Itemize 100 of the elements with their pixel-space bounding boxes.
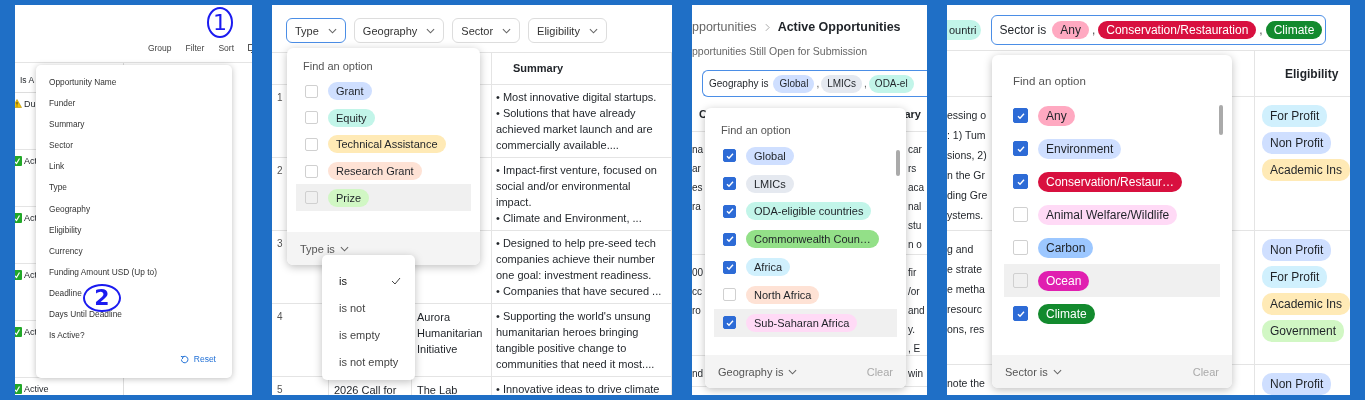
option-tag: Academic Ins [1262, 293, 1350, 315]
toolbar-button[interactable]: Group [147, 43, 172, 53]
row-number: 2 [277, 165, 283, 176]
field-item[interactable]: Eligibility [49, 224, 82, 235]
checkbox[interactable] [723, 316, 736, 330]
row-number: 4 [277, 311, 283, 322]
option-tag: For Profit [1262, 105, 1328, 127]
field-item[interactable]: Deadline [49, 287, 82, 298]
row-number: 1 [277, 92, 283, 103]
field-item[interactable]: Type [49, 182, 67, 193]
cell-text: es [692, 181, 703, 195]
field-item[interactable]: Days Until Deadline [49, 309, 122, 320]
status-text: Active [24, 384, 49, 394]
row-number: 3 [277, 238, 283, 249]
option-row[interactable]: Animal Welfare/Wildlife [1004, 198, 1220, 231]
condition-dropdown[interactable]: Type is [300, 242, 349, 255]
option-tag: Animal Welfare/Wildlife [1038, 204, 1178, 225]
operator-item[interactable]: is [339, 267, 415, 294]
toolbar-button[interactable]: Sort [218, 43, 234, 53]
check-icon [724, 317, 735, 328]
checkbox[interactable] [723, 205, 736, 218]
option-row[interactable]: Technical Assistance [296, 131, 471, 158]
option-tag: For Profit [1262, 266, 1328, 288]
status-text: Du [24, 99, 36, 109]
column-dropdown[interactable]: Geography [353, 18, 445, 43]
option-row[interactable]: Global [714, 142, 897, 170]
cell-text: na [692, 143, 704, 157]
option-tag: Conservation/Restaur… [1038, 171, 1183, 192]
warning-icon [15, 99, 22, 108]
option-row[interactable]: Equity [296, 104, 471, 132]
option-row[interactable]: Sub-Saharan Africa [714, 308, 897, 337]
field-item[interactable]: Funder [49, 98, 76, 109]
field-item[interactable]: Summary [49, 119, 85, 130]
option-row[interactable]: LMICs [714, 169, 897, 198]
option-tag: Global [746, 146, 794, 165]
summary-text: • Innovative ideas to drive climate [496, 382, 661, 395]
field-item[interactable]: Sector [49, 140, 73, 151]
option-row[interactable]: Prize [296, 184, 471, 211]
option-row[interactable]: Grant [296, 78, 471, 105]
option-row[interactable]: ODA-eligible countries [714, 197, 897, 226]
filter-label: Geography is [709, 78, 769, 89]
search-field[interactable]: Find an option [721, 124, 791, 136]
cell-text: ro [692, 304, 701, 318]
page-subtitle: pportunities Still Open for Submission [692, 45, 868, 57]
option-row[interactable]: Research Grant [296, 157, 471, 185]
operator-item[interactable]: is not [339, 294, 415, 321]
search-field[interactable]: Find an option [303, 60, 373, 72]
toolbar-button[interactable]: Filter [185, 43, 205, 53]
condition-dropdown[interactable]: Sector is [1005, 365, 1062, 378]
checkbox[interactable] [1013, 306, 1028, 321]
breadcrumb-link[interactable]: pportunities [692, 20, 757, 34]
filter-field[interactable]: Geography is Global , LMICs , ODA-el [702, 70, 927, 97]
option-row[interactable]: North Africa [714, 281, 897, 309]
option-row[interactable]: Ocean [1004, 264, 1220, 297]
checkbox[interactable] [723, 149, 736, 163]
check-icon [724, 150, 735, 161]
chevron-down-icon [426, 27, 436, 34]
operator-item[interactable]: is empty [339, 321, 415, 348]
reset-button[interactable]: Reset [179, 354, 216, 365]
option-row[interactable]: Africa [714, 253, 897, 281]
search-field[interactable]: Find an option [1013, 75, 1086, 87]
checkbox[interactable] [723, 177, 736, 191]
condition-dropdown[interactable]: Geography is [718, 365, 798, 378]
column-header: Is A [20, 75, 35, 85]
option-row[interactable]: Commonwealth Coun… [714, 225, 897, 254]
checkbox[interactable] [723, 260, 736, 274]
scrollbar[interactable] [896, 150, 900, 176]
column-dropdown[interactable]: Sector [452, 18, 521, 43]
filter-label: Sector is [999, 23, 1047, 37]
cell-text: note the [947, 376, 985, 391]
option-tag: Sub-Saharan Africa [746, 313, 858, 332]
field-item[interactable]: Link [49, 161, 65, 172]
filter-field[interactable]: Sector is Any , Conservation/Restauration , Climate [990, 15, 1327, 45]
row-number: 5 [277, 384, 283, 395]
option-tag: Conservation/Restauration [1098, 21, 1257, 39]
option-row[interactable]: Carbon [1004, 231, 1220, 264]
option-row[interactable]: Conservation/Restaur… [1004, 165, 1220, 198]
operator-item[interactable]: is not empty [339, 348, 415, 375]
scrollbar[interactable] [1219, 105, 1223, 135]
column-dropdown[interactable]: Type [286, 18, 346, 43]
column-dropdown[interactable]: Eligibility [528, 18, 607, 43]
field-item[interactable]: Geography [49, 203, 91, 214]
cell-text: ons, res [947, 322, 985, 337]
field-item[interactable]: Currency [49, 245, 83, 256]
checkbox[interactable] [1013, 174, 1028, 189]
option-tag: Global [773, 74, 815, 93]
field-item[interactable]: Is Active? [49, 330, 85, 341]
option-row[interactable]: Climate [1004, 297, 1220, 330]
cell-text: : 1) Tum [947, 128, 986, 143]
chevron-down-icon [788, 368, 798, 375]
separator: , [864, 78, 867, 89]
checkbox[interactable] [1013, 108, 1028, 123]
checkbox[interactable] [723, 232, 736, 246]
field-item[interactable]: Opportunity Name [49, 77, 117, 87]
option-row[interactable]: Any [1004, 99, 1220, 132]
option-tag: Prize [328, 188, 370, 207]
field-item[interactable]: Funding Amount USD (Up to) [49, 266, 157, 277]
cell-text: n the Gr [947, 168, 985, 183]
option-row[interactable]: Environment [1004, 132, 1220, 165]
checkbox[interactable] [1013, 141, 1028, 156]
